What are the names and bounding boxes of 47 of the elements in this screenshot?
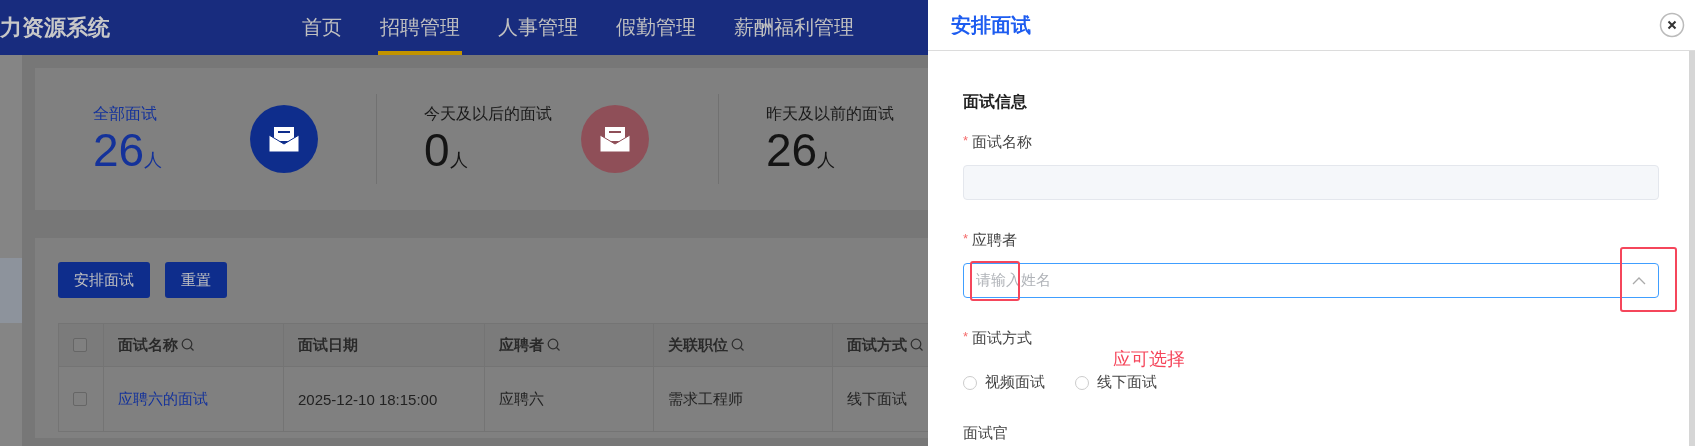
field-label: 面试名称 — [972, 133, 1033, 152]
toolbar-button[interactable]: 安排面试 — [58, 262, 150, 298]
text-field[interactable] — [963, 165, 1659, 200]
required-mark: * — [963, 231, 969, 246]
stat-value: 0 — [424, 124, 450, 175]
column-header: 关联职位 — [668, 335, 728, 355]
nav-tab[interactable]: 薪酬福利管理 — [732, 0, 856, 55]
close-icon — [1659, 12, 1685, 38]
nav-tab[interactable]: 招聘管理 — [378, 0, 462, 55]
annotation-box — [970, 261, 1020, 301]
close-button[interactable] — [1659, 12, 1685, 38]
select-all-checkbox[interactable] — [73, 338, 87, 352]
column-header: 应聘者 — [499, 335, 544, 355]
required-mark: * — [963, 133, 969, 148]
sidebar-highlight[interactable] — [0, 258, 22, 323]
stat-label: 今天及以后的面试 — [424, 103, 553, 124]
section-title: 面试信息 — [963, 92, 1028, 112]
stat-unit: 人 — [144, 149, 163, 172]
nav-tab[interactable]: 人事管理 — [496, 0, 580, 55]
radio-option[interactable]: 视频面试 — [963, 373, 1045, 392]
stat-value: 26 — [93, 124, 145, 175]
drawer-title: 安排面试 — [951, 12, 1031, 38]
nav-tab[interactable]: 假勤管理 — [614, 0, 698, 55]
app-title: 力资源系统 — [0, 13, 111, 42]
stat-unit: 人 — [817, 149, 836, 172]
stat-value: 26 — [766, 124, 818, 175]
stat-label: 全部面试 — [93, 103, 158, 124]
field-label: 面试官 — [963, 424, 1008, 443]
row-checkbox[interactable] — [73, 392, 87, 406]
column-header: 面试方式 — [847, 335, 907, 355]
required-mark: * — [963, 329, 969, 344]
radio-option[interactable]: 线下面试 — [1075, 373, 1157, 392]
field-label: 面试方式 — [972, 329, 1033, 348]
annotation-box — [1620, 247, 1677, 312]
toolbar-button[interactable]: 重置 — [165, 262, 227, 298]
table-cell: 需求工程师 — [668, 389, 743, 407]
scrollbar[interactable] — [1689, 51, 1695, 446]
table-cell: 2025-12-10 18:15:00 — [298, 390, 438, 408]
column-header: 面试日期 — [298, 335, 358, 355]
stat-unit: 人 — [449, 149, 468, 172]
annotation-note: 应可选择 — [1113, 348, 1185, 371]
table-cell: 应聘六 — [499, 389, 544, 407]
column-header: 面试名称 — [118, 335, 178, 355]
table-cell: 线下面试 — [847, 389, 907, 407]
nav-tab[interactable]: 首页 — [300, 0, 344, 55]
stat-label: 昨天及以前的面试 — [766, 103, 895, 124]
field-label: 应聘者 — [972, 231, 1018, 250]
